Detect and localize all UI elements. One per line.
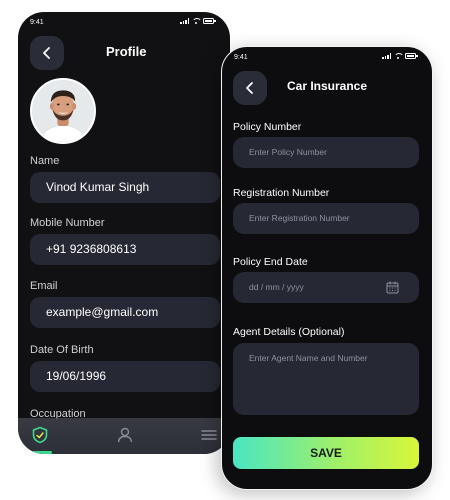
signal-icon [382, 53, 391, 59]
avatar[interactable] [30, 78, 96, 144]
registration-number-label: Registration Number [233, 187, 330, 199]
date-of-birth-label: Date Of Birth [30, 344, 94, 356]
status-time: 9:41 [234, 54, 248, 61]
name-field[interactable]: Vinod Kumar Singh [30, 172, 220, 203]
date-placeholder: dd / mm / yyyy [249, 282, 304, 292]
registration-number-input[interactable]: Enter Registration Number [233, 203, 419, 234]
shield-icon[interactable] [31, 426, 49, 444]
email-field[interactable]: example@gmail.com [30, 297, 220, 328]
battery-icon [203, 18, 216, 24]
status-bar: 9:41 [222, 47, 432, 69]
menu-icon[interactable] [200, 426, 218, 444]
name-label: Name [30, 155, 60, 167]
mobile-number-field[interactable]: +91 9236808613 [30, 234, 220, 265]
policy-number-input[interactable]: Enter Policy Number [233, 137, 419, 168]
agent-details-textarea[interactable]: Enter Agent Name and Number [233, 343, 419, 415]
active-tab-indicator [32, 451, 52, 454]
status-icons [180, 18, 216, 24]
profile-phone: 9:41 Profile Name Vinod Kumar Singh Mobi… [18, 12, 230, 454]
back-button[interactable] [233, 71, 267, 105]
wifi-icon [394, 53, 404, 59]
policy-end-date-input[interactable]: dd / mm / yyyy [233, 272, 419, 303]
mobile-number-label: Mobile Number [30, 217, 105, 229]
chevron-left-icon [246, 82, 253, 94]
bottom-tab-bar [18, 418, 230, 454]
status-bar: 9:41 [18, 12, 230, 34]
insurance-phone: 9:41 Car Insurance Policy Number Enter P… [221, 46, 433, 490]
wifi-icon [192, 18, 202, 24]
email-label: Email [30, 280, 58, 292]
save-button[interactable]: SAVE [233, 437, 419, 469]
status-time: 9:41 [30, 19, 44, 26]
profile-photo [32, 80, 94, 142]
policy-number-label: Policy Number [233, 121, 302, 133]
calendar-icon[interactable] [386, 281, 399, 294]
chevron-left-icon [43, 47, 50, 59]
user-icon[interactable] [116, 426, 134, 444]
screenshot-stage: 9:41 Profile Name Vinod Kumar Singh Mobi… [0, 0, 450, 500]
agent-details-label: Agent Details (Optional) [233, 326, 345, 338]
back-button[interactable] [30, 36, 64, 70]
policy-end-date-label: Policy End Date [233, 256, 308, 268]
date-of-birth-field[interactable]: 19/06/1996 [30, 361, 220, 392]
page-title: Profile [106, 44, 147, 59]
page-title: Car Insurance [287, 79, 368, 93]
battery-icon [405, 53, 418, 59]
signal-icon [180, 18, 189, 24]
status-icons [382, 53, 418, 59]
